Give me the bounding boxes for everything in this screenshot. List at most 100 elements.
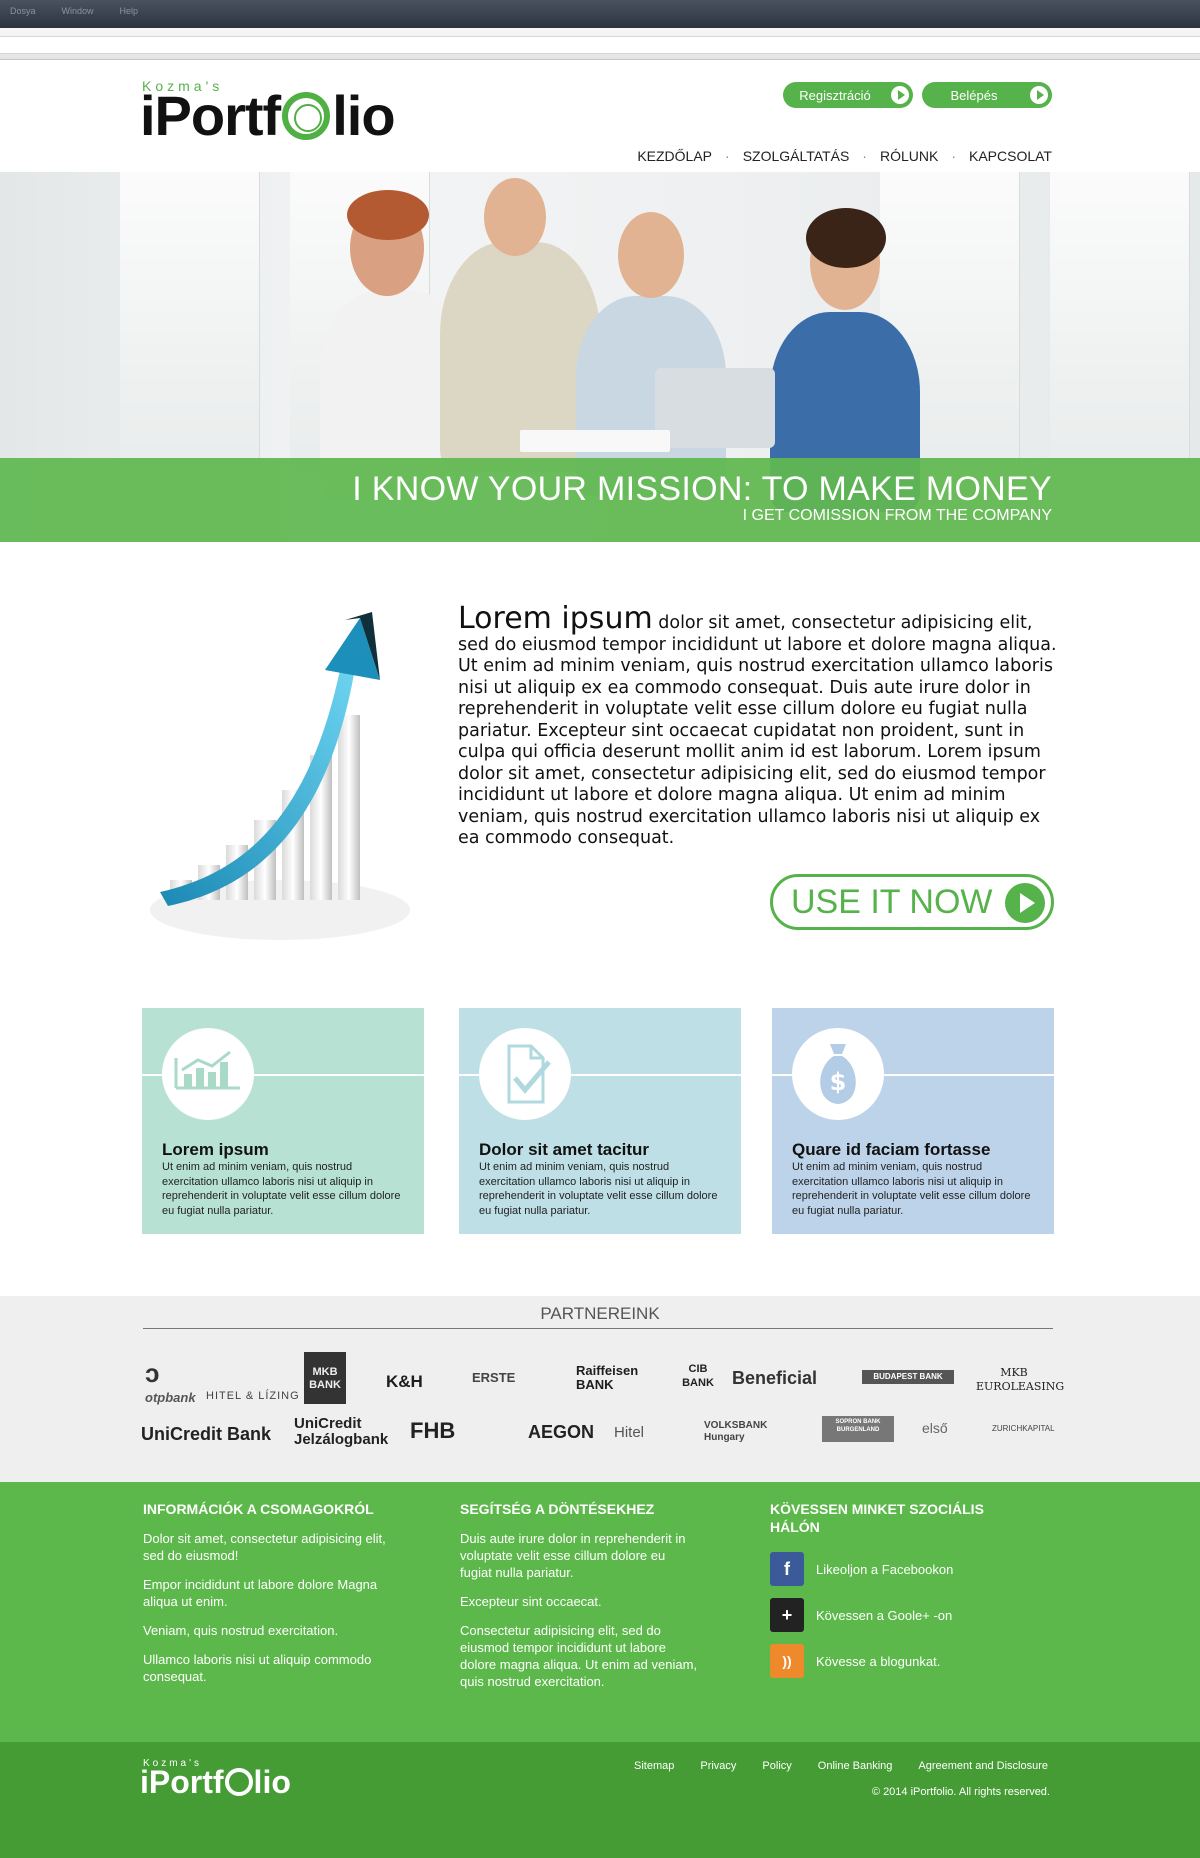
footer-link[interactable]: Empor incididunt ut labore dolore Magna … [143, 1576, 393, 1610]
footer-col-help: SEGÍTSÉG A DÖNTÉSEKHEZ Duis aute irure d… [460, 1500, 700, 1690]
footer-logo[interactable]: iPortf lio [140, 1766, 291, 1798]
social-label: Kövessen a Goole+ -on [816, 1607, 953, 1623]
card-text: Ut enim ad minim veniam, quis nostrud ex… [792, 1161, 1031, 1217]
facebook-icon: f [770, 1552, 804, 1586]
nav-item-home[interactable]: KEZDŐLAP [637, 148, 712, 164]
nav-item-contact[interactable]: KAPCSOLAT [969, 148, 1052, 164]
copyright: © 2014 iPortfolio. All rights reserved. [871, 1786, 1050, 1798]
browser-menu-item[interactable]: Window [62, 6, 94, 22]
play-icon [891, 86, 909, 104]
rss-icon: )) [770, 1644, 804, 1678]
nav-item-about[interactable]: RÓLUNK [880, 148, 938, 164]
card-title: Quare id faciam fortasse [792, 1140, 991, 1159]
register-label: Regisztráció [799, 87, 871, 103]
money-bag-icon: $ [792, 1028, 884, 1120]
footer-link-online-banking[interactable]: Online Banking [818, 1760, 893, 1772]
partner-logo-aegon[interactable]: AEGON [528, 1422, 594, 1443]
feature-card[interactable]: $ Quare id faciam fortasse Ut enim ad mi… [772, 1008, 1054, 1234]
footer-col-title: INFORMÁCIÓK A CSOMAGOKRÓL [143, 1501, 374, 1517]
use-it-now-button[interactable]: USE IT NOW [770, 874, 1054, 930]
nav-separator: · [862, 148, 867, 164]
partner-logo-fhb[interactable]: FHB [410, 1418, 455, 1444]
footer-col-title: KÖVESSEN MINKET SZOCIÁLIS HÁLÓN [770, 1501, 984, 1535]
nav-separator: · [725, 148, 730, 164]
logo-text-left: iPortf [140, 84, 281, 147]
partner-logo-mkb-euroleasing[interactable]: MKB EUROLEASING [976, 1366, 1064, 1394]
card-title: Lorem ipsum [162, 1140, 269, 1159]
feature-card[interactable]: Dolor sit amet tacitur Ut enim ad minim … [459, 1008, 741, 1234]
google-plus-icon: + [770, 1598, 804, 1632]
partner-logo-budapest-bank[interactable]: BUDAPEST BANK [862, 1370, 954, 1384]
growth-chart-illustration [150, 612, 410, 940]
partner-logo-otpbank[interactable]: otpbank [145, 1390, 196, 1405]
footer-link-agreement[interactable]: Agreement and Disclosure [918, 1760, 1048, 1772]
globe-icon [282, 92, 331, 140]
footer-link-privacy[interactable]: Privacy [700, 1760, 736, 1772]
card-title: Dolor sit amet tacitur [479, 1140, 650, 1159]
footer-link-policy[interactable]: Policy [762, 1760, 791, 1772]
partner-logo-hitel-lizing[interactable]: HITEL & LÍZING [206, 1390, 300, 1402]
partner-logo-volksbank[interactable]: VOLKSBANK Hungary [704, 1420, 784, 1444]
hero-title: I KNOW YOUR MISSION: TO MAKE MONEY [352, 470, 1052, 508]
partner-logo-zurich-kapital[interactable]: ZURICHKAPITAL [992, 1424, 1055, 1433]
footer-link[interactable]: Duis aute irure dolor in reprehenderit i… [460, 1530, 700, 1581]
play-icon [1030, 86, 1048, 104]
browser-address-bar[interactable] [0, 36, 1200, 54]
site-logo[interactable]: iPortf lio [140, 84, 396, 147]
logo-text-right: lio [332, 84, 395, 147]
partner-logo-erste[interactable]: ERSTE [472, 1370, 515, 1385]
main-nav: KEZDŐLAP · SZOLGÁLTATÁS · RÓLUNK · KAPCS… [637, 148, 1052, 164]
partner-logo-mkb-bank[interactable]: MKB BANK [304, 1352, 346, 1404]
partner-logo-cib[interactable]: CIB BANK [680, 1362, 716, 1390]
partner-logo-raiffeisen[interactable]: Raiffeisen BANK [546, 1364, 646, 1392]
partner-logo-beneficial[interactable]: Beneficial [732, 1368, 817, 1389]
social-blog[interactable]: )) Kövesse a blogunkat. [770, 1644, 990, 1678]
use-it-now-label: USE IT NOW [791, 882, 993, 921]
browser-menu: Dosya Window Help [0, 6, 200, 22]
intro-lead: Lorem ipsum [458, 601, 653, 636]
footer-col-info: INFORMÁCIÓK A CSOMAGOKRÓL Dolor sit amet… [143, 1500, 393, 1685]
partners-divider [143, 1328, 1053, 1329]
browser-menu-item[interactable]: Dosya [10, 6, 36, 22]
hero-subtitle: I GET COMISSION FROM THE COMPANY [742, 507, 1052, 524]
partner-logo-sopron-bank[interactable]: SOPRON BANK BURGENLAND [822, 1416, 894, 1442]
logo-text-right: lio [253, 1764, 291, 1800]
document-check-icon [479, 1028, 571, 1120]
footer-link-sitemap[interactable]: Sitemap [634, 1760, 674, 1772]
intro-body: dolor sit amet, consectetur adipisicing … [458, 613, 1057, 848]
partner-logo-unicredit-bank[interactable]: UniCredit Bank [141, 1424, 271, 1445]
footer-link[interactable]: Veniam, quis nostrud exercitation. [143, 1622, 393, 1639]
footer-link[interactable]: Excepteur sint occaecat. [460, 1593, 700, 1610]
login-label: Belépés [950, 87, 998, 103]
intro-text: Lorem ipsum dolor sit amet, consectetur … [458, 604, 1058, 850]
svg-text:$: $ [830, 1068, 847, 1096]
nav-item-services[interactable]: SZOLGÁLTATÁS [743, 148, 850, 164]
play-icon [1005, 883, 1045, 923]
card-text: Ut enim ad minim veniam, quis nostrud ex… [479, 1161, 718, 1217]
footer-links: Sitemap Privacy Policy Online Banking Ag… [634, 1760, 1048, 1772]
partners-title: PARTNEREINK [540, 1304, 660, 1323]
card-text: Ut enim ad minim veniam, quis nostrud ex… [162, 1161, 401, 1217]
partner-logo-kh[interactable]: K&H [386, 1372, 423, 1392]
nav-separator: · [951, 148, 956, 164]
social-label: Kövesse a blogunkat. [816, 1653, 941, 1669]
otp-swirl-icon: ↄ [145, 1358, 160, 1388]
footer-link[interactable]: Ullamco laboris nisi ut aliquip commodo … [143, 1651, 393, 1685]
social-googleplus[interactable]: + Kövessen a Goole+ -on [770, 1598, 990, 1632]
logo-text-left: iPortf [140, 1764, 224, 1800]
partner-logo-hitel[interactable]: Hitel [614, 1424, 644, 1441]
browser-menu-item[interactable]: Help [120, 6, 139, 22]
footer-col-social: KÖVESSEN MINKET SZOCIÁLIS HÁLÓN f Likeol… [770, 1500, 990, 1678]
register-button[interactable]: Regisztráció [783, 82, 913, 108]
social-facebook[interactable]: f Likeoljon a Facebookon [770, 1552, 990, 1586]
login-button[interactable]: Belépés [922, 82, 1052, 108]
partner-logo-unicredit-jelzalogbank[interactable]: UniCredit Jelzálogbank [294, 1416, 394, 1448]
chart-icon [162, 1028, 254, 1120]
footer-link[interactable]: Dolor sit amet, consectetur adipisicing … [143, 1530, 393, 1564]
feature-card[interactable]: Lorem ipsum Ut enim ad minim veniam, qui… [142, 1008, 424, 1234]
partner-logo-elso[interactable]: első [922, 1420, 948, 1436]
footer-col-title: SEGÍTSÉG A DÖNTÉSEKHEZ [460, 1501, 655, 1517]
footer-link[interactable]: Consectetur adipisicing elit, sed do eiu… [460, 1622, 700, 1690]
social-label: Likeoljon a Facebookon [816, 1561, 954, 1577]
globe-icon [224, 1768, 253, 1796]
